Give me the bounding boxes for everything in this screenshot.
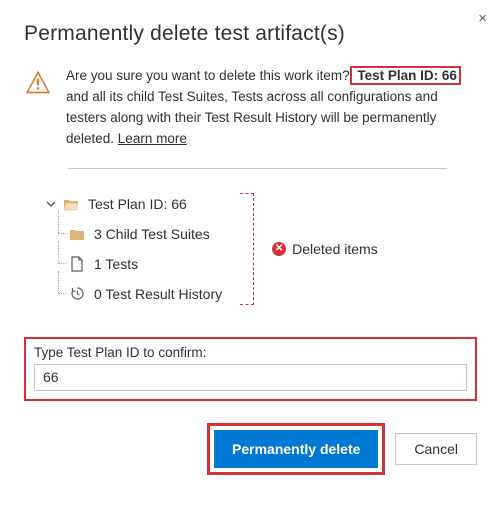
permanently-delete-button[interactable]: Permanently delete <box>214 430 378 468</box>
button-row: Permanently delete Cancel <box>24 423 477 475</box>
error-icon: ✕ <box>272 242 286 256</box>
deleted-items-text: Deleted items <box>292 241 378 257</box>
tree-area: Test Plan ID: 66 3 Child Test Suites 1 T… <box>46 189 477 309</box>
tree-child-label: 1 Tests <box>94 256 138 272</box>
close-icon[interactable]: × <box>474 6 491 31</box>
tree-child-label: 3 Child Test Suites <box>94 226 210 242</box>
primary-button-highlight: Permanently delete <box>207 423 385 475</box>
tree-child-suites[interactable]: 3 Child Test Suites <box>68 219 222 249</box>
tree-child-history[interactable]: 0 Test Result History <box>68 279 222 309</box>
warning-row: Are you sure you want to delete this wor… <box>24 66 477 150</box>
learn-more-link[interactable]: Learn more <box>118 131 187 146</box>
file-icon <box>68 256 86 272</box>
deleted-items-label: ✕ Deleted items <box>272 241 378 257</box>
folder-icon <box>68 227 86 241</box>
tree-child-label: 0 Test Result History <box>94 286 222 302</box>
warning-icon <box>24 68 52 99</box>
warning-text: Are you sure you want to delete this wor… <box>66 66 477 150</box>
warning-text-before: Are you sure you want to delete this wor… <box>66 68 350 83</box>
dialog-title: Permanently delete test artifact(s) <box>24 22 477 46</box>
separator <box>68 168 447 169</box>
tree-root-row[interactable]: Test Plan ID: 66 <box>46 189 222 219</box>
chevron-down-icon <box>46 196 56 212</box>
folder-open-icon <box>62 197 80 211</box>
artifact-tree: Test Plan ID: 66 3 Child Test Suites 1 T… <box>46 189 222 309</box>
warning-highlight: Test Plan ID: 66 <box>350 66 461 85</box>
delete-artifacts-dialog: × Permanently delete test artifact(s) Ar… <box>0 0 501 493</box>
confirm-block: Type Test Plan ID to confirm: <box>24 337 477 401</box>
confirm-label: Type Test Plan ID to confirm: <box>34 345 467 360</box>
cancel-button[interactable]: Cancel <box>395 433 477 465</box>
tree-root-label: Test Plan ID: 66 <box>88 196 187 212</box>
history-icon <box>68 286 86 301</box>
confirm-input[interactable] <box>34 364 467 391</box>
annotation-bracket <box>240 193 254 305</box>
tree-child-tests[interactable]: 1 Tests <box>68 249 222 279</box>
